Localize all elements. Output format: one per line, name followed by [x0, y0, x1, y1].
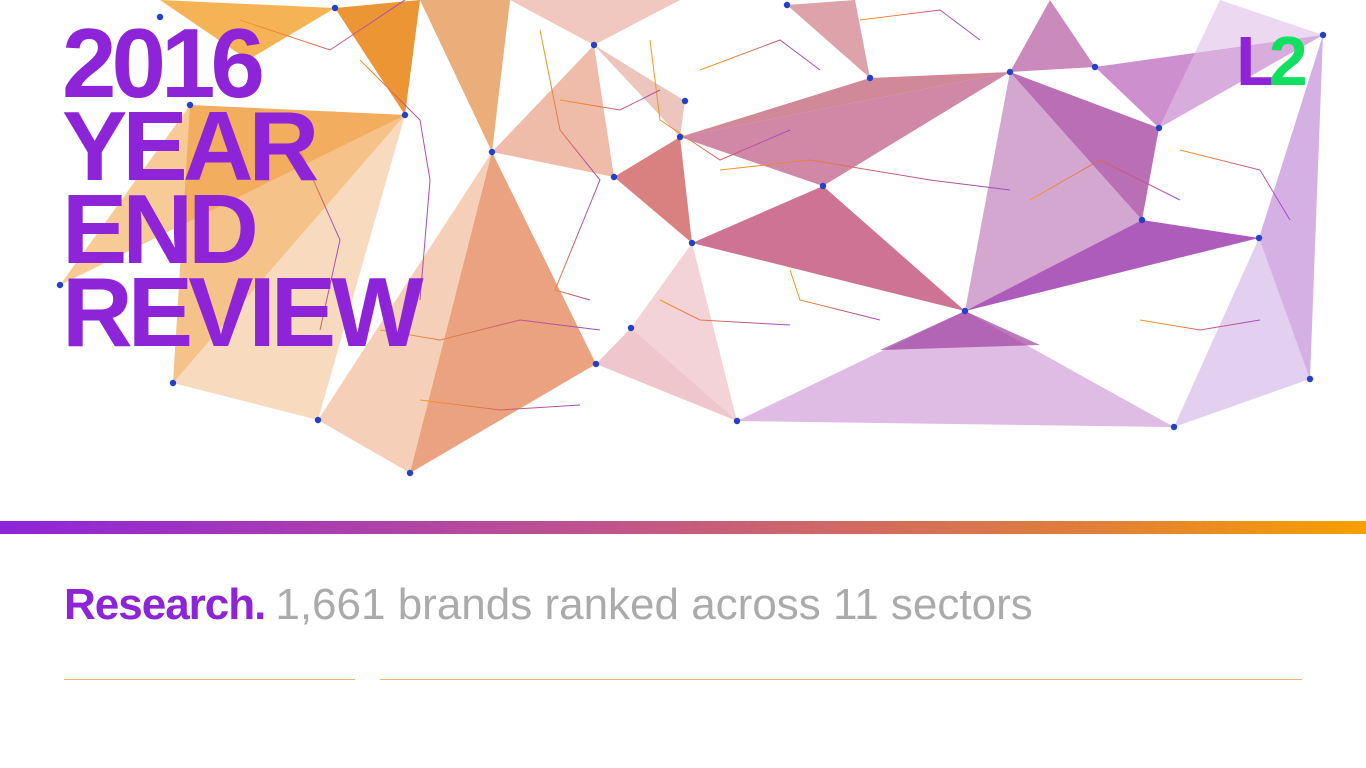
- gradient-divider: [0, 521, 1366, 534]
- network-node: [314, 416, 322, 424]
- network-node: [733, 417, 741, 425]
- network-node: [1091, 63, 1099, 71]
- network-node: [169, 379, 177, 387]
- title-line-review: REVIEW: [62, 257, 424, 367]
- network-node: [590, 41, 598, 49]
- network-node: [1170, 423, 1178, 431]
- l2-logo: L2: [1236, 26, 1308, 96]
- network-node: [676, 133, 684, 141]
- network-node: [331, 4, 339, 12]
- divider-rule-right: [380, 679, 1302, 680]
- subtitle: Research. 1,661 brands ranked across 11 s…: [64, 578, 1033, 632]
- network-node: [1006, 68, 1014, 76]
- network-node: [1306, 375, 1314, 383]
- divider-rule-left: [64, 679, 355, 680]
- network-node: [688, 239, 696, 247]
- network-node: [866, 74, 874, 82]
- network-node: [610, 173, 618, 181]
- subtitle-research: Research.: [64, 580, 266, 629]
- network-node: [1319, 31, 1327, 39]
- network-node: [592, 360, 600, 368]
- network-node: [961, 307, 969, 315]
- network-node: [406, 469, 414, 477]
- network-node: [681, 97, 689, 105]
- triangle-facet: [692, 186, 965, 311]
- triangle-facet: [492, 45, 614, 177]
- triangle-facet: [510, 0, 680, 45]
- triangle-facet: [1010, 0, 1095, 72]
- subtitle-description: 1,661 brands ranked across 11 sectors: [275, 580, 1033, 629]
- triangle-facet: [594, 45, 685, 137]
- logo-letter: L: [1236, 22, 1279, 100]
- logo-digit: 2: [1268, 22, 1308, 100]
- triangle-facet: [420, 0, 510, 152]
- network-node: [1155, 124, 1163, 132]
- network-node: [1138, 216, 1146, 224]
- report-title: 2016 YEAR END REVIEW: [62, 14, 424, 367]
- network-node: [488, 148, 496, 156]
- cell-outline: [699, 39, 821, 71]
- triangle-facet: [614, 137, 692, 243]
- network-node: [819, 182, 827, 190]
- network-node: [783, 1, 791, 9]
- triangle-facet: [880, 311, 1040, 350]
- cell-outline: [859, 9, 981, 41]
- network-node: [627, 324, 635, 332]
- triangle-facet: [787, 0, 870, 78]
- network-node: [1255, 234, 1263, 242]
